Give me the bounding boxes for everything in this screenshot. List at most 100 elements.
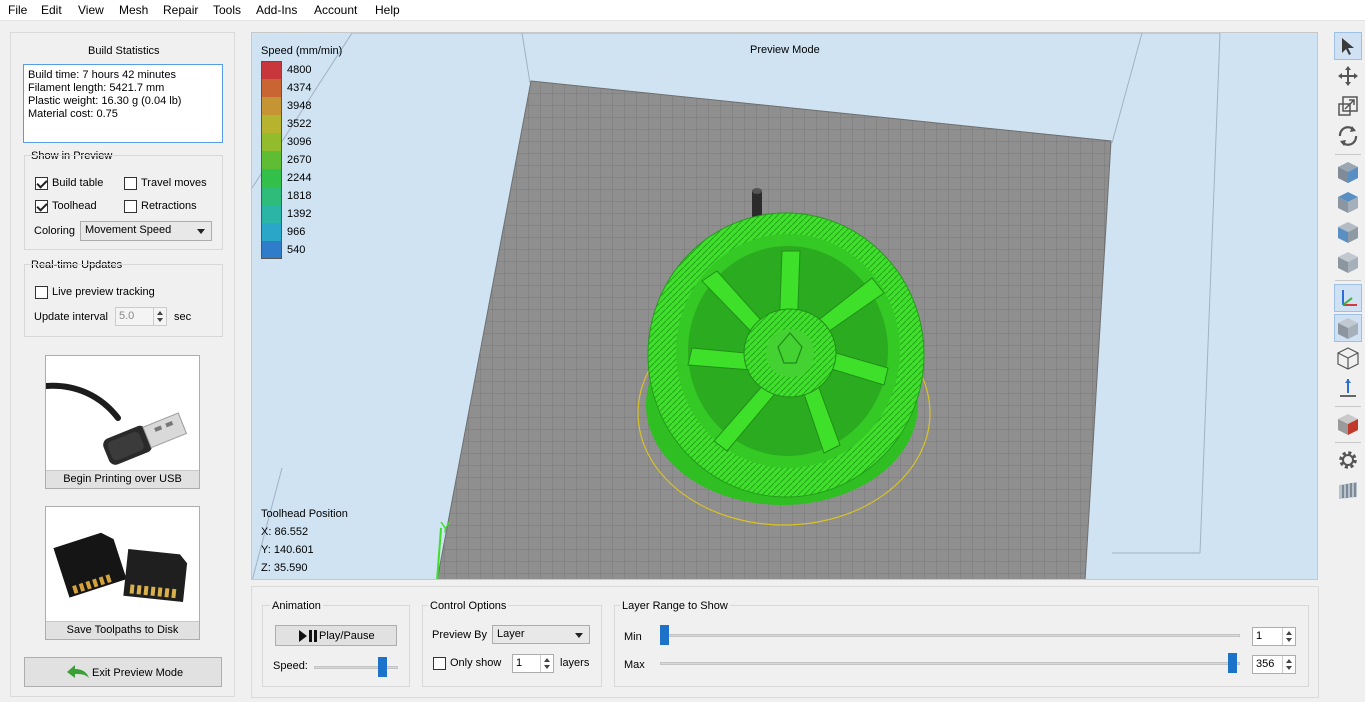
preview-by-label: Preview By [432, 629, 488, 641]
speed-slider[interactable] [314, 657, 398, 677]
toolbar-separator [1335, 406, 1361, 407]
update-interval-unit: sec [174, 311, 192, 323]
show-axes-button[interactable] [1334, 284, 1362, 312]
menu-edit[interactable]: Edit [41, 3, 62, 17]
view-cube-iso-icon [1338, 252, 1358, 273]
legend-value: 3522 [287, 118, 312, 130]
solid-view-button[interactable] [1334, 314, 1362, 342]
update-interval-spinner[interactable]: 5.0 [115, 307, 167, 326]
settings-gear-icon [1339, 451, 1357, 469]
layer-max-value: 356 [1256, 658, 1275, 670]
live-preview-checkbox[interactable] [35, 286, 48, 299]
menu-mesh[interactable]: Mesh [119, 3, 148, 17]
menu-repair[interactable]: Repair [163, 3, 198, 17]
menu-view[interactable]: View [78, 3, 104, 17]
legend-value: 4800 [287, 64, 312, 76]
scene-canvas: Y [252, 33, 1221, 579]
legend-swatch [261, 79, 282, 97]
select-tool-button[interactable] [1334, 32, 1362, 60]
toolhead-checkbox[interactable] [35, 200, 48, 213]
legend-swatch [261, 61, 282, 79]
menu-help[interactable]: Help [375, 3, 400, 17]
legend-value: 1818 [287, 190, 312, 202]
travel-moves-checkbox[interactable] [124, 177, 137, 190]
solid-cube-icon [1338, 318, 1358, 339]
layer-min-slider-track [660, 634, 1240, 637]
menu-bar: File Edit View Mesh Repair Tools Add-Ins… [0, 0, 1365, 21]
layer-min-value: 1 [1256, 630, 1263, 642]
preview-viewport[interactable]: Y Speed (mm/min) 4800 4374 3948 3522 309… [251, 32, 1318, 580]
legend-swatch [261, 241, 282, 259]
view-cube-top-icon [1338, 192, 1358, 213]
layer-max-slider-thumb[interactable] [1228, 653, 1237, 673]
begin-printing-usb-tile[interactable]: Begin Printing over USB [45, 355, 200, 489]
toolhead-y: Y: 140.601 [261, 544, 314, 556]
play-pause-button[interactable]: Play/Pause [275, 625, 397, 646]
menu-account[interactable]: Account [314, 3, 357, 17]
bottom-control-panel: Animation Play/Pause Speed: Control Opti… [251, 586, 1319, 698]
legend-value: 4374 [287, 82, 312, 94]
only-show-checkbox[interactable] [433, 657, 446, 670]
save-toolpaths-disk-tile[interactable]: Save Toolpaths to Disk [45, 506, 200, 640]
menu-file[interactable]: File [8, 3, 27, 17]
view-front-button[interactable] [1334, 158, 1362, 186]
layer-min-slider[interactable] [660, 625, 1240, 645]
toolhead-z: Z: 35.590 [261, 562, 308, 574]
speed-slider-thumb[interactable] [378, 657, 387, 677]
control-options-title: Control Options [428, 600, 509, 612]
only-show-spinner[interactable]: 1 [512, 654, 554, 673]
legend-value: 2670 [287, 154, 312, 166]
legend-value: 1392 [287, 208, 312, 220]
coloring-label: Coloring [34, 225, 75, 237]
view-top-button[interactable] [1334, 188, 1362, 216]
preview-by-dropdown[interactable]: Layer [492, 625, 590, 644]
layer-min-spinner[interactable]: 1 [1252, 627, 1296, 646]
spin-down-icon [1286, 666, 1292, 670]
legend-title: Speed (mm/min) [261, 45, 343, 57]
toolhead-x: X: 86.552 [261, 526, 309, 538]
scale-tool-button[interactable] [1334, 92, 1362, 120]
settings-button[interactable] [1334, 446, 1362, 474]
legend-swatch [261, 115, 282, 133]
retractions-label: Retractions [141, 200, 197, 212]
spin-down-icon [1286, 638, 1292, 642]
coloring-value: Movement Speed [85, 224, 172, 236]
toolbar-separator [1335, 280, 1361, 281]
menu-add-ins[interactable]: Add-Ins [256, 3, 297, 17]
retractions-checkbox[interactable] [124, 200, 137, 213]
speed-label: Speed: [273, 660, 308, 672]
animation-title: Animation [270, 600, 323, 612]
layer-min-slider-thumb[interactable] [660, 625, 669, 645]
toolpath-button[interactable] [1334, 476, 1362, 504]
toolhead-label: Toolhead [52, 200, 97, 212]
toolbar-separator [1335, 442, 1361, 443]
ground-plane-button[interactable] [1334, 374, 1362, 402]
rotate-tool-button[interactable] [1334, 122, 1362, 150]
view-side-button[interactable] [1334, 218, 1362, 246]
live-preview-label: Live preview tracking [52, 286, 155, 298]
legend-swatch [261, 133, 282, 151]
toolpath-icon [1339, 482, 1357, 499]
spin-up-icon [1286, 659, 1292, 663]
layer-max-spinner[interactable]: 356 [1252, 655, 1296, 674]
control-options-group [422, 605, 602, 687]
layer-max-label: Max [624, 659, 645, 671]
filament-length: Filament length: 5421.7 mm [28, 82, 165, 94]
exit-preview-mode-button[interactable]: Exit Preview Mode [24, 657, 222, 687]
view-iso-button[interactable] [1334, 248, 1362, 276]
spin-up-icon [1286, 631, 1292, 635]
build-statistics-box: Build time: 7 hours 42 minutes Filament … [23, 64, 223, 143]
view-cube-front-icon [1338, 162, 1358, 183]
layer-max-slider[interactable] [660, 653, 1240, 673]
legend-value: 540 [287, 244, 306, 256]
coloring-dropdown[interactable]: Movement Speed [80, 221, 212, 241]
update-interval-label: Update interval [34, 311, 108, 323]
wireframe-view-button[interactable] [1334, 344, 1362, 372]
scale-icon [1338, 96, 1358, 116]
section-view-button[interactable] [1334, 410, 1362, 438]
move-tool-button[interactable] [1334, 62, 1362, 90]
view-cube-side-icon [1338, 222, 1358, 243]
menu-tools[interactable]: Tools [213, 3, 241, 17]
ground-plane-icon [1340, 379, 1356, 397]
build-table-checkbox[interactable] [35, 177, 48, 190]
